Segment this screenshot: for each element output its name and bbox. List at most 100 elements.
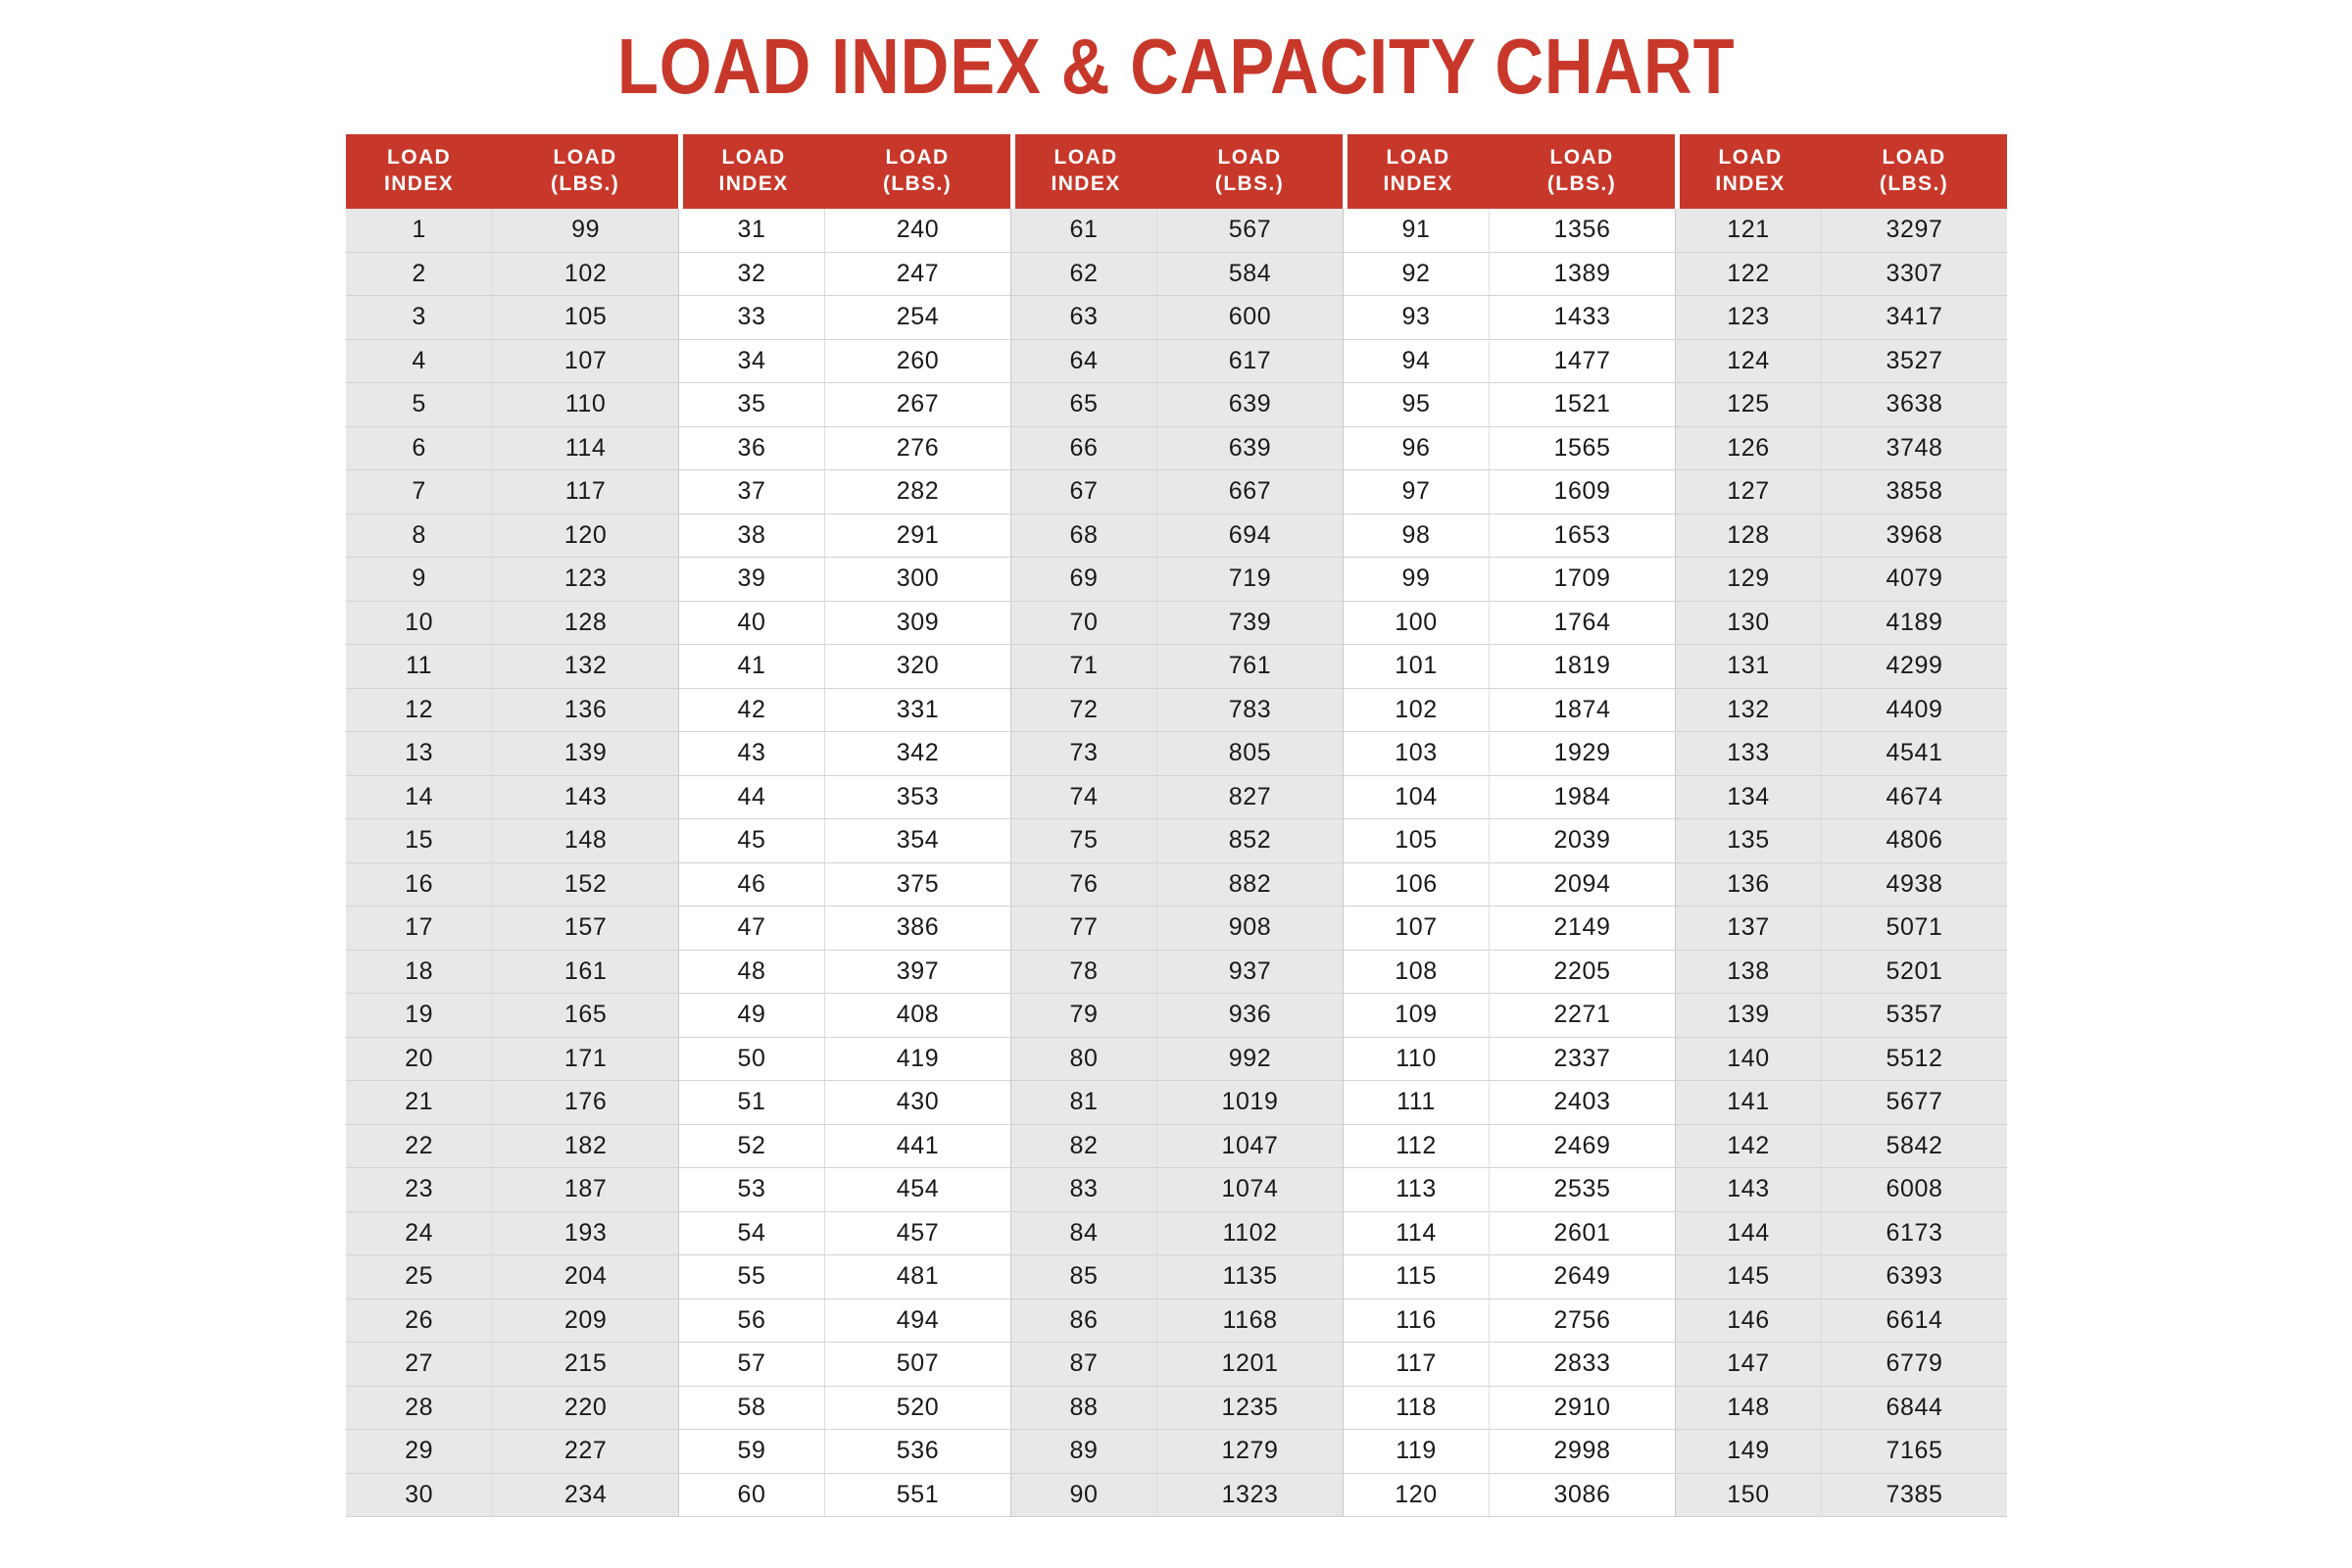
cell-load-lbs: 937 [1156,950,1343,994]
cell-load-lbs: 2469 [1489,1124,1675,1168]
cell-load-index: 111 [1342,1081,1490,1125]
cell-load-lbs: 507 [824,1343,1010,1387]
cell-load-lbs: 936 [1156,994,1343,1038]
cell-load-index: 122 [1674,252,1822,296]
cell-load-index: 89 [1009,1430,1157,1474]
cell-load-lbs: 719 [1156,558,1343,602]
table-row: 23 187 53 454 83 1074 113 2535 143 6008 [346,1168,2007,1212]
cell-load-lbs: 3748 [1821,426,2007,470]
cell-load-lbs: 320 [824,645,1010,689]
cell-load-lbs: 227 [492,1430,678,1474]
cell-load-lbs: 5071 [1821,906,2007,951]
table-row: 3 105 33 254 63 600 93 1433 123 3417 [346,296,2007,340]
cell-load-lbs: 639 [1156,383,1343,427]
cell-load-lbs: 2039 [1489,819,1675,863]
cell-load-lbs: 1477 [1489,339,1675,383]
cell-load-lbs: 1389 [1489,252,1675,296]
cell-load-index: 12 [346,688,493,732]
cell-load-lbs: 1019 [1156,1081,1343,1125]
cell-load-lbs: 1819 [1489,645,1675,689]
cell-load-index: 38 [677,514,825,558]
table-row: 8 120 38 291 68 694 98 1653 128 3968 [346,514,2007,558]
cell-load-lbs: 220 [492,1386,678,1430]
cell-load-index: 134 [1674,775,1822,819]
cell-load-index: 145 [1674,1255,1822,1299]
cell-load-lbs: 852 [1156,819,1343,863]
load-index-table: LOAD INDEX LOAD (LBS.) LOAD INDEX LOAD (… [346,134,2007,1517]
cell-load-index: 99 [1342,558,1490,602]
cell-load-lbs: 260 [824,339,1010,383]
column-header-load-lbs-5: LOAD (LBS.) [1821,134,2007,209]
cell-load-index: 107 [1342,906,1490,951]
cell-load-lbs: 454 [824,1168,1010,1212]
cell-load-lbs: 171 [492,1037,678,1081]
cell-load-lbs: 408 [824,994,1010,1038]
cell-load-lbs: 739 [1156,601,1343,645]
cell-load-index: 3 [346,296,493,340]
cell-load-lbs: 176 [492,1081,678,1125]
cell-load-lbs: 6008 [1821,1168,2007,1212]
table-row: 18 161 48 397 78 937 108 2205 138 5201 [346,950,2007,994]
table-row: 19 165 49 408 79 936 109 2271 139 5357 [346,994,2007,1038]
cell-load-index: 69 [1009,558,1157,602]
table-row: 30 234 60 551 90 1323 120 3086 150 7385 [346,1473,2007,1517]
cell-load-index: 100 [1342,601,1490,645]
cell-load-index: 95 [1342,383,1490,427]
cell-load-index: 46 [677,862,825,906]
cell-load-index: 129 [1674,558,1822,602]
cell-load-lbs: 143 [492,775,678,819]
cell-load-lbs: 600 [1156,296,1343,340]
cell-load-lbs: 139 [492,732,678,776]
cell-load-lbs: 4409 [1821,688,2007,732]
cell-load-index: 141 [1674,1081,1822,1125]
cell-load-index: 43 [677,732,825,776]
cell-load-index: 19 [346,994,493,1038]
cell-load-index: 84 [1009,1211,1157,1255]
cell-load-lbs: 536 [824,1430,1010,1474]
cell-load-lbs: 639 [1156,426,1343,470]
cell-load-index: 37 [677,470,825,514]
cell-load-index: 40 [677,601,825,645]
cell-load-index: 45 [677,819,825,863]
cell-load-lbs: 5201 [1821,950,2007,994]
cell-load-lbs: 107 [492,339,678,383]
cell-load-index: 60 [677,1473,825,1517]
cell-load-index: 92 [1342,252,1490,296]
cell-load-index: 118 [1342,1386,1490,1430]
cell-load-index: 2 [346,252,493,296]
cell-load-index: 97 [1342,470,1490,514]
cell-load-index: 29 [346,1430,493,1474]
cell-load-lbs: 667 [1156,470,1343,514]
cell-load-index: 144 [1674,1211,1822,1255]
cell-load-index: 130 [1674,601,1822,645]
column-header-load-index-3: LOAD INDEX [1009,134,1157,209]
cell-load-index: 91 [1342,209,1490,253]
cell-load-lbs: 1074 [1156,1168,1343,1212]
cell-load-index: 86 [1009,1298,1157,1343]
cell-load-index: 56 [677,1298,825,1343]
cell-load-index: 55 [677,1255,825,1299]
cell-load-lbs: 120 [492,514,678,558]
cell-load-lbs: 148 [492,819,678,863]
table-row: 11 132 41 320 71 761 101 1819 131 4299 [346,645,2007,689]
cell-load-lbs: 99 [492,209,678,253]
cell-load-lbs: 157 [492,906,678,951]
cell-load-lbs: 2205 [1489,950,1675,994]
cell-load-lbs: 6614 [1821,1298,2007,1343]
cell-load-index: 8 [346,514,493,558]
cell-load-index: 103 [1342,732,1490,776]
cell-load-index: 36 [677,426,825,470]
cell-load-index: 27 [346,1343,493,1387]
cell-load-lbs: 2094 [1489,862,1675,906]
cell-load-lbs: 309 [824,601,1010,645]
cell-load-index: 136 [1674,862,1822,906]
cell-load-index: 74 [1009,775,1157,819]
table-row: 16 152 46 375 76 882 106 2094 136 4938 [346,862,2007,906]
cell-load-lbs: 1323 [1156,1473,1343,1517]
cell-load-lbs: 4079 [1821,558,2007,602]
cell-load-index: 71 [1009,645,1157,689]
cell-load-index: 11 [346,645,493,689]
cell-load-lbs: 3638 [1821,383,2007,427]
cell-load-index: 109 [1342,994,1490,1038]
cell-load-index: 64 [1009,339,1157,383]
